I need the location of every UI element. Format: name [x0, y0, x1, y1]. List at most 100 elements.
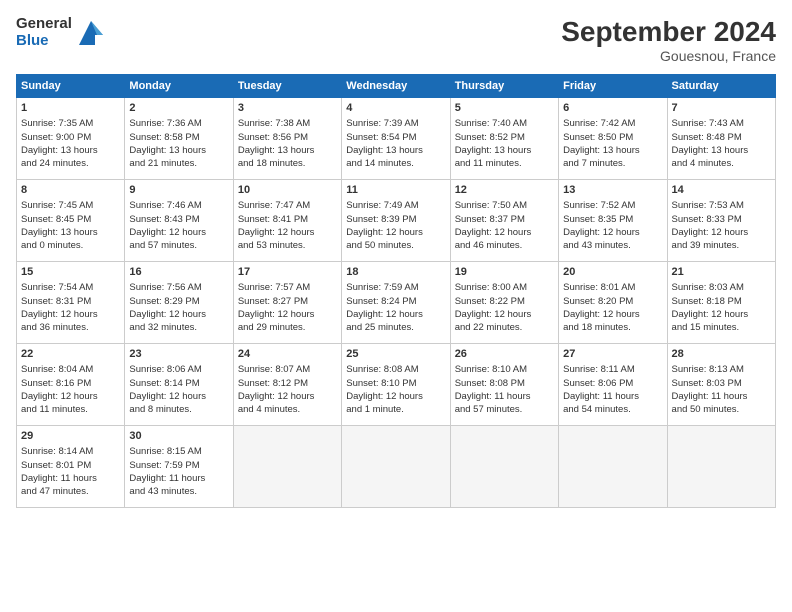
calendar-weekday-monday: Monday — [125, 75, 233, 98]
day-info-line: Sunset: 8:29 PM — [129, 295, 228, 308]
day-info-line: Sunrise: 8:13 AM — [672, 363, 771, 376]
day-info-line: Sunrise: 7:50 AM — [455, 199, 554, 212]
calendar-table: SundayMondayTuesdayWednesdayThursdayFrid… — [16, 74, 776, 508]
day-info-line: Sunset: 8:58 PM — [129, 131, 228, 144]
day-info-line: Sunrise: 8:06 AM — [129, 363, 228, 376]
day-info-line: Daylight: 11 hours — [21, 472, 120, 485]
calendar-cell: 2Sunrise: 7:36 AMSunset: 8:58 PMDaylight… — [125, 98, 233, 180]
calendar-cell: 19Sunrise: 8:00 AMSunset: 8:22 PMDayligh… — [450, 262, 558, 344]
calendar-header-row: SundayMondayTuesdayWednesdayThursdayFrid… — [17, 75, 776, 98]
calendar-cell: 3Sunrise: 7:38 AMSunset: 8:56 PMDaylight… — [233, 98, 341, 180]
calendar-week-4: 22Sunrise: 8:04 AMSunset: 8:16 PMDayligh… — [17, 344, 776, 426]
day-info-line: and 54 minutes. — [563, 403, 662, 416]
day-info-line: Daylight: 13 hours — [21, 144, 120, 157]
day-info-line: Sunrise: 7:53 AM — [672, 199, 771, 212]
day-number: 1 — [21, 101, 120, 116]
day-info-line: and 11 minutes. — [455, 157, 554, 170]
logo-blue: Blue — [16, 33, 72, 50]
day-number: 19 — [455, 265, 554, 280]
day-info-line: Sunset: 7:59 PM — [129, 459, 228, 472]
calendar-cell: 14Sunrise: 7:53 AMSunset: 8:33 PMDayligh… — [667, 180, 775, 262]
day-info-line: Sunset: 8:27 PM — [238, 295, 337, 308]
day-info-line: Daylight: 12 hours — [238, 226, 337, 239]
day-info-line: and 36 minutes. — [21, 321, 120, 334]
calendar-weekday-saturday: Saturday — [667, 75, 775, 98]
day-info-line: and 18 minutes. — [238, 157, 337, 170]
day-info-line: Daylight: 12 hours — [129, 390, 228, 403]
day-info-line: Sunset: 8:50 PM — [563, 131, 662, 144]
day-info-line: Sunset: 8:22 PM — [455, 295, 554, 308]
calendar-weekday-sunday: Sunday — [17, 75, 125, 98]
day-info-line: Sunrise: 7:38 AM — [238, 117, 337, 130]
calendar-cell — [450, 426, 558, 508]
calendar-cell: 4Sunrise: 7:39 AMSunset: 8:54 PMDaylight… — [342, 98, 450, 180]
day-info-line: and 8 minutes. — [129, 403, 228, 416]
calendar-cell: 7Sunrise: 7:43 AMSunset: 8:48 PMDaylight… — [667, 98, 775, 180]
day-info-line: Daylight: 13 hours — [563, 144, 662, 157]
day-info-line: Sunrise: 8:04 AM — [21, 363, 120, 376]
day-info-line: Sunset: 9:00 PM — [21, 131, 120, 144]
day-info-line: Sunrise: 8:11 AM — [563, 363, 662, 376]
day-info-line: Daylight: 13 hours — [455, 144, 554, 157]
day-info-line: and 24 minutes. — [21, 157, 120, 170]
day-number: 12 — [455, 183, 554, 198]
day-info-line: Daylight: 12 hours — [129, 226, 228, 239]
calendar-cell: 27Sunrise: 8:11 AMSunset: 8:06 PMDayligh… — [559, 344, 667, 426]
day-info-line: Sunrise: 7:56 AM — [129, 281, 228, 294]
day-info-line: Sunset: 8:39 PM — [346, 213, 445, 226]
day-info-line: Sunrise: 8:15 AM — [129, 445, 228, 458]
calendar-cell: 12Sunrise: 7:50 AMSunset: 8:37 PMDayligh… — [450, 180, 558, 262]
calendar-cell: 18Sunrise: 7:59 AMSunset: 8:24 PMDayligh… — [342, 262, 450, 344]
day-number: 28 — [672, 347, 771, 362]
day-info-line: and 11 minutes. — [21, 403, 120, 416]
day-number: 2 — [129, 101, 228, 116]
calendar-cell: 29Sunrise: 8:14 AMSunset: 8:01 PMDayligh… — [17, 426, 125, 508]
day-number: 29 — [21, 429, 120, 444]
day-info-line: Sunset: 8:01 PM — [21, 459, 120, 472]
day-info-line: Daylight: 12 hours — [21, 390, 120, 403]
day-info-line: and 14 minutes. — [346, 157, 445, 170]
calendar-weekday-friday: Friday — [559, 75, 667, 98]
day-info-line: and 50 minutes. — [346, 239, 445, 252]
day-info-line: Daylight: 12 hours — [563, 226, 662, 239]
day-number: 16 — [129, 265, 228, 280]
day-number: 3 — [238, 101, 337, 116]
day-info-line: Sunset: 8:10 PM — [346, 377, 445, 390]
day-info-line: Daylight: 12 hours — [346, 390, 445, 403]
day-info-line: Sunrise: 7:40 AM — [455, 117, 554, 130]
calendar-week-1: 1Sunrise: 7:35 AMSunset: 9:00 PMDaylight… — [17, 98, 776, 180]
day-info-line: Sunset: 8:24 PM — [346, 295, 445, 308]
calendar-week-2: 8Sunrise: 7:45 AMSunset: 8:45 PMDaylight… — [17, 180, 776, 262]
day-info-line: Sunset: 8:16 PM — [21, 377, 120, 390]
day-info-line: and 4 minutes. — [238, 403, 337, 416]
calendar-cell: 9Sunrise: 7:46 AMSunset: 8:43 PMDaylight… — [125, 180, 233, 262]
day-info-line: Daylight: 13 hours — [129, 144, 228, 157]
day-info-line: Sunrise: 7:52 AM — [563, 199, 662, 212]
day-number: 18 — [346, 265, 445, 280]
day-info-line: Sunset: 8:14 PM — [129, 377, 228, 390]
day-info-line: Sunrise: 7:46 AM — [129, 199, 228, 212]
logo: General Blue — [16, 16, 107, 49]
calendar-cell: 23Sunrise: 8:06 AMSunset: 8:14 PMDayligh… — [125, 344, 233, 426]
day-info-line: Sunset: 8:45 PM — [21, 213, 120, 226]
day-number: 8 — [21, 183, 120, 198]
day-info-line: Sunset: 8:56 PM — [238, 131, 337, 144]
day-info-line: and 4 minutes. — [672, 157, 771, 170]
calendar-cell — [667, 426, 775, 508]
calendar-cell: 25Sunrise: 8:08 AMSunset: 8:10 PMDayligh… — [342, 344, 450, 426]
calendar-cell: 16Sunrise: 7:56 AMSunset: 8:29 PMDayligh… — [125, 262, 233, 344]
day-info-line: and 47 minutes. — [21, 485, 120, 498]
day-info-line: Daylight: 12 hours — [563, 308, 662, 321]
day-number: 25 — [346, 347, 445, 362]
day-info-line: Sunrise: 8:14 AM — [21, 445, 120, 458]
day-info-line: and 22 minutes. — [455, 321, 554, 334]
calendar-weekday-wednesday: Wednesday — [342, 75, 450, 98]
calendar-cell: 13Sunrise: 7:52 AMSunset: 8:35 PMDayligh… — [559, 180, 667, 262]
calendar-cell — [559, 426, 667, 508]
day-info-line: Sunset: 8:08 PM — [455, 377, 554, 390]
page: General Blue September 2024 Gouesnou, Fr… — [0, 0, 792, 612]
day-info-line: Daylight: 13 hours — [238, 144, 337, 157]
calendar-cell: 15Sunrise: 7:54 AMSunset: 8:31 PMDayligh… — [17, 262, 125, 344]
day-info-line: and 46 minutes. — [455, 239, 554, 252]
calendar-cell: 11Sunrise: 7:49 AMSunset: 8:39 PMDayligh… — [342, 180, 450, 262]
